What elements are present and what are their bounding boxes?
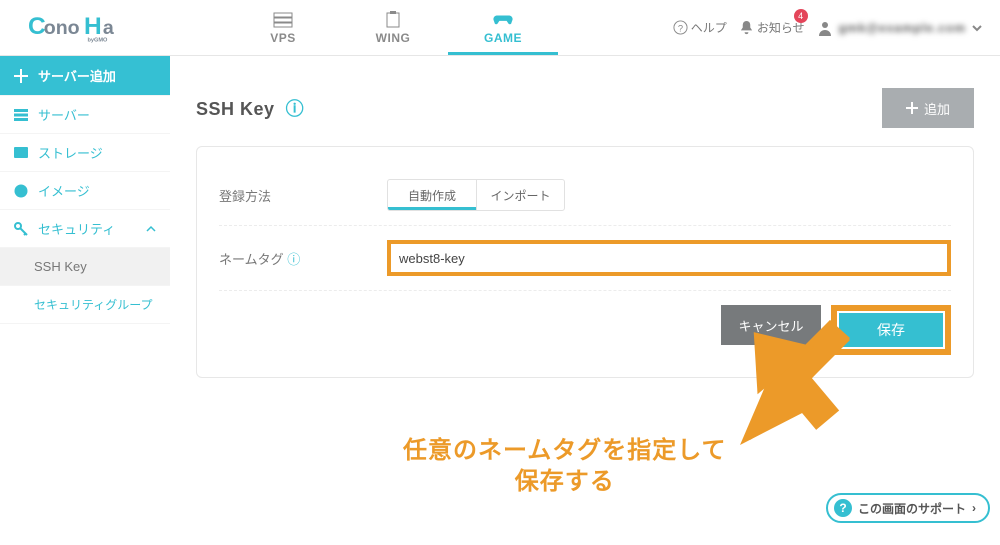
svg-text:C: C	[28, 12, 46, 39]
user-name: gmk@example.com	[839, 21, 966, 35]
annotation-arrow-icon	[730, 310, 850, 450]
sidebar-item-security[interactable]: セキュリティ	[0, 210, 170, 248]
server-icon	[14, 109, 28, 121]
sidebar-sub-label: SSH Key	[34, 259, 87, 274]
tab-game-label: GAME	[484, 31, 522, 45]
support-label: この画面のサポート	[858, 500, 966, 517]
page-title: SSH Key ⓘ	[196, 95, 304, 121]
form-panel: 登録方法 自動作成 インポート ネームタグ ⓘ キャンセル 保存	[196, 146, 974, 378]
help-circle-icon: ?	[834, 499, 852, 517]
page-title-text: SSH Key	[196, 99, 275, 119]
conoha-logo-icon: C ono H a byGMO	[28, 10, 168, 46]
svg-text:?: ?	[678, 23, 683, 33]
top-nav: VPS WING GAME	[228, 0, 558, 55]
chevron-up-icon	[146, 224, 156, 234]
nametag-label: ネームタグ ⓘ	[219, 249, 387, 268]
tab-wing-label: WING	[376, 31, 411, 45]
storage-icon	[14, 147, 28, 159]
tab-wing[interactable]: WING	[338, 0, 448, 55]
logo[interactable]: C ono H a byGMO	[28, 10, 168, 46]
help-circle-icon: ?	[673, 20, 688, 35]
key-icon	[14, 222, 28, 236]
nametag-input[interactable]	[391, 244, 947, 272]
help-circle-icon[interactable]: ⓘ	[287, 252, 300, 267]
bell-icon	[739, 20, 754, 35]
annotation-text: 任意のネームタグを指定して 保存する	[403, 435, 727, 497]
tab-vps[interactable]: VPS	[228, 0, 338, 55]
wing-icon	[383, 11, 403, 29]
nametag-highlight	[387, 240, 951, 276]
tab-import[interactable]: インポート	[476, 180, 564, 210]
support-button[interactable]: ? この画面のサポート ›	[826, 493, 990, 523]
user-menu[interactable]: gmk@example.com	[817, 20, 982, 36]
annotation-line1: 任意のネームタグを指定して	[403, 437, 727, 464]
notify-badge: 4	[794, 9, 808, 23]
sidebar-add-server[interactable]: サーバー追加	[0, 56, 170, 96]
sidebar-sub-secgroup[interactable]: セキュリティグループ	[0, 286, 170, 324]
tab-vps-label: VPS	[270, 31, 296, 45]
help-label: ヘルプ	[691, 19, 727, 36]
sidebar-item-label: サーバー	[38, 105, 90, 124]
help-link[interactable]: ? ヘルプ	[673, 19, 727, 36]
row-reg-method: 登録方法 自動作成 インポート	[219, 165, 951, 226]
sidebar-add-server-label: サーバー追加	[38, 66, 116, 85]
globe-icon	[14, 184, 28, 198]
user-icon	[817, 20, 833, 36]
sidebar-item-storage[interactable]: ストレージ	[0, 134, 170, 172]
server-stack-icon	[273, 11, 293, 29]
annotation-line2: 保存する	[515, 468, 615, 495]
add-button[interactable]: 追加	[882, 88, 974, 128]
plus-icon	[14, 69, 28, 83]
tab-auto[interactable]: 自動作成	[388, 180, 476, 210]
sidebar-item-label: イメージ	[38, 181, 90, 200]
svg-text:byGMO: byGMO	[88, 37, 109, 43]
sidebar-item-label: ストレージ	[38, 143, 103, 162]
save-button[interactable]: 保存	[837, 311, 945, 349]
add-button-label: 追加	[924, 99, 950, 118]
help-circle-icon[interactable]: ⓘ	[286, 99, 305, 119]
sidebar-item-server[interactable]: サーバー	[0, 96, 170, 134]
nametag-label-text: ネームタグ	[219, 252, 284, 267]
top-header: C ono H a byGMO VPS WING GAME	[0, 0, 1000, 56]
chevron-right-icon: ›	[972, 501, 976, 515]
notifications[interactable]: 4 お知らせ	[739, 19, 805, 36]
sidebar-item-image[interactable]: イメージ	[0, 172, 170, 210]
sidebar-sub-sshkey[interactable]: SSH Key	[0, 248, 170, 286]
header-right: ? ヘルプ 4 お知らせ gmk@example.com	[673, 19, 982, 36]
svg-text:a: a	[103, 16, 115, 38]
page-title-row: SSH Key ⓘ 追加	[196, 88, 974, 128]
plus-icon	[906, 102, 918, 114]
sidebar-sub-label: セキュリティグループ	[34, 296, 153, 313]
row-nametag: ネームタグ ⓘ	[219, 226, 951, 291]
gamepad-icon	[493, 11, 513, 29]
chevron-down-icon	[972, 23, 982, 33]
reg-method-tabs: 自動作成 インポート	[387, 179, 565, 211]
svg-text:ono: ono	[44, 16, 80, 38]
sidebar-item-label: セキュリティ	[38, 219, 115, 238]
sidebar: サーバー追加 サーバー ストレージ イメージ セキュリティ SSH Key セキ…	[0, 56, 170, 545]
tab-game[interactable]: GAME	[448, 0, 558, 55]
reg-method-label: 登録方法	[219, 186, 387, 205]
svg-text:H: H	[84, 12, 102, 39]
